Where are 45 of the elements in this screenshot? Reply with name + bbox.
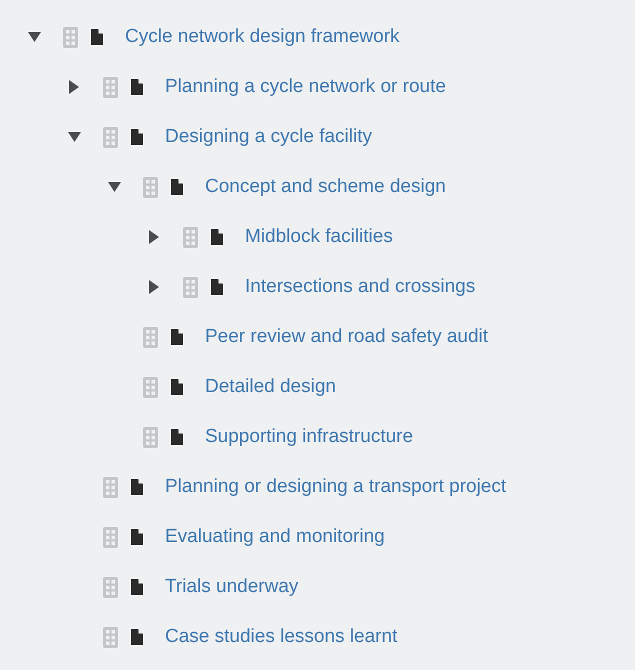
drag-handle-icon[interactable]: [143, 326, 158, 348]
document-icon: [171, 179, 183, 195]
document-icon: [91, 29, 103, 45]
document-icon: [131, 79, 143, 95]
drag-handle-icon[interactable]: [103, 76, 118, 98]
drag-handle-icon[interactable]: [103, 576, 118, 598]
drag-handle-icon[interactable]: [103, 126, 118, 148]
tree-item-label[interactable]: Supporting infrastructure: [205, 426, 414, 448]
tree-item-label[interactable]: Detailed design: [205, 376, 336, 398]
tree-item-label[interactable]: Intersections and crossings: [245, 276, 476, 298]
drag-handle-icon[interactable]: [183, 226, 198, 248]
document-icon: [211, 279, 223, 295]
tree-item-label[interactable]: Cycle network design framework: [125, 26, 400, 48]
tree-item-label[interactable]: Evaluating and monitoring: [165, 526, 385, 548]
document-icon: [171, 329, 183, 345]
tree-item-label[interactable]: Peer review and road safety audit: [205, 326, 488, 348]
drag-handle-icon[interactable]: [143, 426, 158, 448]
document-icon: [131, 529, 143, 545]
drag-handle-icon[interactable]: [63, 26, 78, 48]
tree-item-label[interactable]: Trials underway: [165, 576, 298, 598]
document-icon: [131, 579, 143, 595]
document-icon: [131, 479, 143, 495]
document-icon: [211, 229, 223, 245]
collapse-toggle-icon[interactable]: [108, 181, 121, 193]
tree-item-label[interactable]: Midblock facilities: [245, 226, 393, 248]
document-icon: [131, 129, 143, 145]
collapse-toggle-icon[interactable]: [68, 131, 81, 143]
expand-toggle-icon[interactable]: [148, 280, 160, 294]
document-icon: [171, 429, 183, 445]
tree-item-label[interactable]: Designing a cycle facility: [165, 126, 372, 148]
drag-handle-icon[interactable]: [103, 476, 118, 498]
collapse-toggle-icon[interactable]: [28, 31, 41, 43]
tree-item-label[interactable]: Planning or designing a transport project: [165, 476, 506, 498]
drag-handle-icon[interactable]: [143, 376, 158, 398]
drag-handle-icon[interactable]: [183, 276, 198, 298]
document-icon: [171, 379, 183, 395]
drag-handle-icon[interactable]: [103, 626, 118, 648]
document-icon: [131, 629, 143, 645]
tree-item-label[interactable]: Case studies lessons learnt: [165, 626, 398, 648]
drag-handle-icon[interactable]: [143, 176, 158, 198]
tree-item-label[interactable]: Planning a cycle network or route: [165, 76, 446, 98]
drag-handle-icon[interactable]: [103, 526, 118, 548]
expand-toggle-icon[interactable]: [68, 80, 80, 94]
tree-item-label[interactable]: Concept and scheme design: [205, 176, 446, 198]
expand-toggle-icon[interactable]: [148, 230, 160, 244]
